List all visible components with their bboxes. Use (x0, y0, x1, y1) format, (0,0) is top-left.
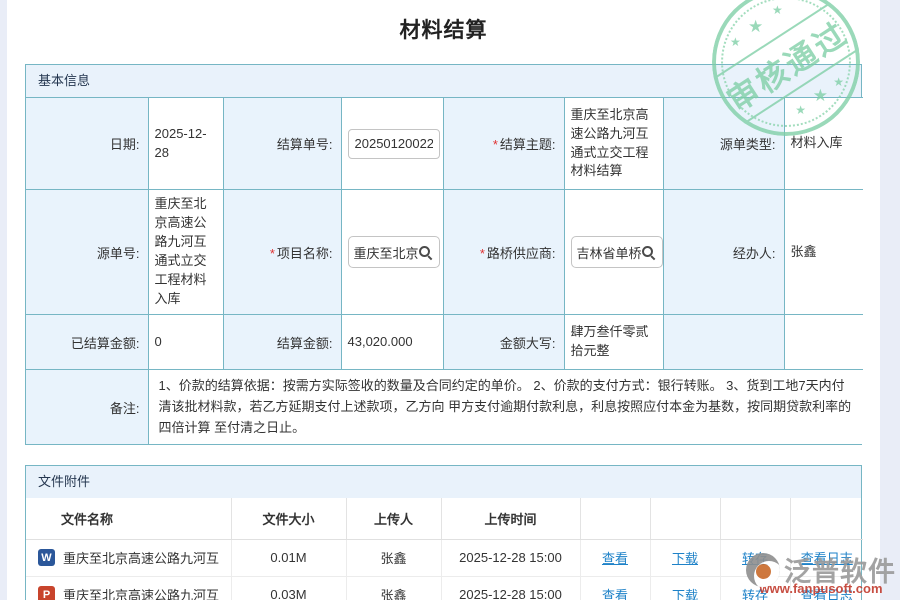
settled-amount-value: 0 (148, 315, 223, 370)
page-title: 材料结算 (7, 14, 880, 44)
word-file-icon: W (38, 549, 55, 566)
file-size: 0.01M (231, 539, 346, 576)
table-row: 日期: 2025-12-28 结算单号: *结算主题: 重庆至北京高速公路九河互… (26, 98, 863, 190)
transfer-link[interactable]: 转存 (742, 551, 768, 566)
col-action (790, 498, 863, 539)
settlement-no-input[interactable] (348, 129, 440, 159)
project-name-cell (341, 190, 443, 315)
attachment-row: W 重庆至北京高速公路九河互 0.01M 张鑫 2025-12-28 15:00… (26, 539, 863, 576)
settlement-no-cell (341, 98, 443, 190)
source-no-value: 重庆至北京高速公路九河互通式立交工程材料入库 (148, 190, 223, 315)
handler-value: 张鑫 (784, 190, 863, 315)
required-mark: * (480, 246, 485, 261)
attachments-section: 文件附件 文件名称 文件大小 上传人 上传时间 (25, 465, 862, 600)
file-size: 0.03M (231, 576, 346, 600)
source-type-value: 材料入库 (784, 98, 863, 190)
project-name-input[interactable] (354, 245, 418, 260)
file-name-cell: W 重庆至北京高速公路九河互 (26, 539, 231, 576)
settled-amount-label: 已结算金额: (26, 315, 148, 370)
search-icon[interactable] (418, 245, 433, 260)
table-row: 备注: 1、价款的结算依据：按需方实际签收的数量及合同约定的单价。 2、价款的支… (26, 370, 863, 445)
source-no-label: 源单号: (26, 190, 148, 315)
subject-value: 重庆至北京高速公路九河互通式立交工程材料结算 (564, 98, 663, 190)
handler-label: 经办人: (663, 190, 784, 315)
file-name: 重庆至北京高速公路九河互 (63, 585, 219, 600)
supplier-label: *路桥供应商: (443, 190, 564, 315)
col-file-size: 文件大小 (231, 498, 346, 539)
attachments-table: 文件名称 文件大小 上传人 上传时间 W (26, 498, 863, 600)
subject-label: *结算主题: (443, 98, 564, 190)
file-name-cell: P 重庆至北京高速公路九河互 (26, 576, 231, 600)
supplier-picker[interactable] (571, 236, 663, 268)
attachments-header: 文件附件 (26, 466, 861, 498)
settle-amount-value: 43,020.000 (341, 315, 443, 370)
view-link[interactable]: 查看 (602, 551, 628, 566)
col-action (580, 498, 650, 539)
date-value: 2025-12-28 (148, 98, 223, 190)
col-action (650, 498, 720, 539)
supplier-cell (564, 190, 663, 315)
file-upload-time: 2025-12-28 15:00 (441, 576, 580, 600)
table-row: 源单号: 重庆至北京高速公路九河互通式立交工程材料入库 *项目名称: *路桥供应… (26, 190, 863, 315)
required-mark: * (270, 246, 275, 261)
transfer-link[interactable]: 转存 (742, 588, 768, 600)
required-mark: * (493, 137, 498, 152)
content-area: 材料结算 基本信息 日期: 2025-12-28 结算单号: *结算主题: 重庆… (7, 0, 880, 600)
col-action (720, 498, 790, 539)
download-link[interactable]: 下载 (672, 588, 698, 600)
file-uploader: 张鑫 (346, 576, 441, 600)
amount-words-value: 肆万叁仟零贰拾元整 (564, 315, 663, 370)
col-uploader: 上传人 (346, 498, 441, 539)
project-name-label: *项目名称: (223, 190, 341, 315)
ppt-file-icon: P (38, 586, 55, 600)
remark-label: 备注: (26, 370, 148, 445)
supplier-input[interactable] (577, 245, 641, 260)
view-link[interactable]: 查看 (602, 588, 628, 600)
view-log-link[interactable]: 查看日志 (801, 551, 853, 566)
project-name-picker[interactable] (348, 236, 440, 268)
empty-value-cell (784, 315, 863, 370)
basic-info-section: 基本信息 日期: 2025-12-28 结算单号: *结算主题: 重庆至北京高速… (25, 64, 862, 445)
file-upload-time: 2025-12-28 15:00 (441, 539, 580, 576)
download-link[interactable]: 下载 (672, 551, 698, 566)
file-uploader: 张鑫 (346, 539, 441, 576)
amount-words-label: 金额大写: (443, 315, 564, 370)
settle-amount-label: 结算金额: (223, 315, 341, 370)
settlement-no-label: 结算单号: (223, 98, 341, 190)
page: 材料结算 基本信息 日期: 2025-12-28 结算单号: *结算主题: 重庆… (0, 0, 900, 600)
source-type-label: 源单类型: (663, 98, 784, 190)
search-icon[interactable] (641, 245, 656, 260)
col-file-name: 文件名称 (26, 498, 231, 539)
remark-value: 1、价款的结算依据：按需方实际签收的数量及合同约定的单价。 2、价款的支付方式：… (148, 370, 863, 445)
basic-info-table: 日期: 2025-12-28 结算单号: *结算主题: 重庆至北京高速公路九河互… (26, 97, 863, 444)
file-name: 重庆至北京高速公路九河互 (63, 548, 219, 567)
basic-info-header: 基本信息 (26, 65, 861, 97)
col-upload-time: 上传时间 (441, 498, 580, 539)
table-row: 已结算金额: 0 结算金额: 43,020.000 金额大写: 肆万叁仟零贰拾元… (26, 315, 863, 370)
attachments-header-row: 文件名称 文件大小 上传人 上传时间 (26, 498, 863, 539)
attachment-row: P 重庆至北京高速公路九河互 0.03M 张鑫 2025-12-28 15:00… (26, 576, 863, 600)
view-log-link[interactable]: 查看日志 (801, 588, 853, 600)
empty-label-cell (663, 315, 784, 370)
date-label: 日期: (26, 98, 148, 190)
